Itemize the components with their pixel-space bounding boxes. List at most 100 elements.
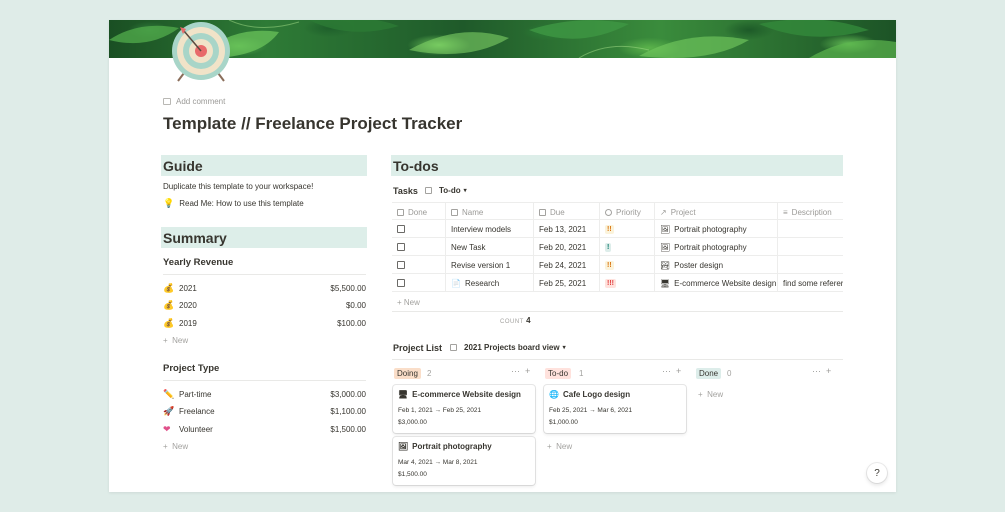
task-due[interactable]: Feb 24, 2021 xyxy=(534,256,600,274)
todos-heading[interactable]: To-dos xyxy=(391,155,843,176)
new-task-button[interactable]: + New xyxy=(397,298,420,307)
board-view-selector[interactable]: 2021 Projects board view ▾ xyxy=(450,343,566,352)
table-icon xyxy=(425,187,432,194)
group-count: 1 xyxy=(579,369,584,378)
done-checkbox[interactable] xyxy=(397,225,405,233)
yearly-revenue-title[interactable]: Yearly Revenue xyxy=(163,257,233,268)
board-card[interactable]: 🖼 Portrait photography Mar 4, 2021 → Mar … xyxy=(393,437,535,485)
status-badge-todo[interactable]: To-do xyxy=(545,368,572,379)
type-row-freelance[interactable]: 🚀 Freelance $1,100.00 xyxy=(163,403,366,419)
document-icon: 📄 xyxy=(451,278,461,288)
board-icon xyxy=(450,344,457,351)
computer-icon: 🖥 xyxy=(398,390,409,399)
yearly-row-2021[interactable]: 💰 2021 $5,500.00 xyxy=(163,280,366,296)
tasks-label[interactable]: Tasks xyxy=(393,186,418,196)
type-row-part-time[interactable]: ✏️ Part-time $3,000.00 xyxy=(163,386,366,402)
table-row[interactable]: 📄 Research Feb 25, 2021 !!! 🖥 E-commerce W… xyxy=(392,274,843,292)
money-bag-icon: 💰 xyxy=(163,299,175,310)
lightbulb-icon: 💡 xyxy=(163,198,175,208)
task-name[interactable]: Revise version 1 xyxy=(446,256,534,274)
heart-icon: ❤ xyxy=(163,423,171,434)
task-due[interactable]: Feb 13, 2021 xyxy=(534,220,600,238)
status-badge-done[interactable]: Done xyxy=(696,368,722,379)
page-title[interactable]: Template // Freelance Project Tracker xyxy=(163,114,462,134)
column-priority[interactable]: Priority xyxy=(600,203,655,221)
landscape-icon: 🏞 xyxy=(660,260,671,270)
readme-link[interactable]: 💡 Read Me: How to use this template xyxy=(163,198,304,209)
summary-heading[interactable]: Summary xyxy=(161,227,367,248)
table-row[interactable]: Revise version 1 Feb 24, 2021 !! 🏞 Poster… xyxy=(392,256,843,274)
help-button[interactable]: ? xyxy=(867,463,887,483)
globe-icon: 🌐 xyxy=(549,390,559,399)
project-link[interactable]: Portrait photography xyxy=(674,225,747,234)
column-project[interactable]: ↗ Project xyxy=(655,203,778,221)
new-type-button[interactable]: + New xyxy=(163,442,188,451)
status-badge-doing[interactable]: Doing xyxy=(394,368,421,379)
checkbox-icon xyxy=(397,208,404,216)
column-description[interactable]: ≡ Description xyxy=(778,203,843,221)
project-type-title[interactable]: Project Type xyxy=(163,363,219,374)
rocket-icon: 🚀 xyxy=(163,405,175,416)
money-bag-icon: 💰 xyxy=(163,282,175,293)
project-link[interactable]: Poster design xyxy=(674,261,723,270)
yearly-row-2020[interactable]: 💰 2020 $0.00 xyxy=(163,297,366,313)
money-bag-icon: 💰 xyxy=(163,317,175,328)
done-checkbox[interactable] xyxy=(397,243,405,251)
new-yearly-button[interactable]: + New xyxy=(163,336,188,345)
new-card-done-button[interactable]: + New xyxy=(698,390,723,399)
target-icon[interactable] xyxy=(170,21,232,83)
add-comment-button[interactable]: Add comment xyxy=(163,97,225,106)
calendar-icon xyxy=(539,208,546,216)
relation-arrow-icon: ↗ xyxy=(660,207,667,217)
task-due[interactable]: Feb 20, 2021 xyxy=(534,238,600,256)
task-name[interactable]: Interview models xyxy=(446,220,534,238)
task-description[interactable] xyxy=(778,238,843,256)
project-link[interactable]: Portrait photography xyxy=(674,243,747,252)
text-icon xyxy=(451,208,458,216)
done-checkbox[interactable] xyxy=(397,261,405,269)
count-summary[interactable]: COUNT 4 xyxy=(500,316,531,325)
chevron-down-icon: ▾ xyxy=(562,345,566,351)
table-row[interactable]: New Task Feb 20, 2021 ! 🖼 Portrait photog… xyxy=(392,238,843,256)
more-icon[interactable]: ··· xyxy=(812,366,821,376)
lines-icon: ≡ xyxy=(783,207,788,217)
pencil-icon: ✏️ xyxy=(163,388,175,399)
divider xyxy=(392,311,843,312)
page: Add comment Template // Freelance Projec… xyxy=(109,20,896,492)
photo-icon: 🖼 xyxy=(660,224,671,234)
priority-tag[interactable]: ! xyxy=(605,242,612,252)
new-card-todo-button[interactable]: + New xyxy=(547,442,572,451)
table-row[interactable]: Interview models Feb 13, 2021 !! 🖼 Portra… xyxy=(392,220,843,238)
task-name[interactable]: Research xyxy=(465,279,499,288)
column-due[interactable]: Due xyxy=(534,203,600,221)
priority-tag[interactable]: !!! xyxy=(605,278,616,288)
board-card[interactable]: 🌐 Cafe Logo design Feb 25, 2021 → Mar 6, … xyxy=(544,385,686,433)
priority-tag[interactable]: !! xyxy=(605,260,614,270)
chevron-down-icon: ▾ xyxy=(463,188,467,194)
task-description[interactable]: find some referer xyxy=(778,274,843,292)
add-icon[interactable]: + xyxy=(525,366,530,376)
task-description[interactable] xyxy=(778,256,843,274)
task-name[interactable]: New Task xyxy=(446,238,534,256)
select-icon xyxy=(605,208,612,216)
column-done[interactable]: Done xyxy=(392,203,446,221)
table-header: Done Name Due Priority ↗ Project ≡ Descrip… xyxy=(392,202,843,221)
column-name[interactable]: Name xyxy=(446,203,534,221)
tasks-view-selector[interactable]: To-do ▾ xyxy=(425,186,467,195)
board-card[interactable]: 🖥 E-commerce Website design Feb 1, 2021 →… xyxy=(393,385,535,433)
group-count: 0 xyxy=(727,369,732,378)
type-row-volunteer[interactable]: ❤ Volunteer $1,500.00 xyxy=(163,421,366,437)
project-link[interactable]: E-commerce Website design xyxy=(674,279,776,288)
add-icon[interactable]: + xyxy=(826,366,831,376)
task-description[interactable] xyxy=(778,220,843,238)
yearly-row-2019[interactable]: 💰 2019 $100.00 xyxy=(163,315,366,331)
more-icon[interactable]: ··· xyxy=(662,366,671,376)
guide-heading[interactable]: Guide xyxy=(161,155,367,176)
priority-tag[interactable]: !! xyxy=(605,224,614,234)
project-list-label[interactable]: Project List xyxy=(393,343,442,353)
add-icon[interactable]: + xyxy=(676,366,681,376)
more-icon[interactable]: ··· xyxy=(511,366,520,376)
done-checkbox[interactable] xyxy=(397,279,405,287)
task-due[interactable]: Feb 25, 2021 xyxy=(534,274,600,292)
divider xyxy=(392,359,843,360)
